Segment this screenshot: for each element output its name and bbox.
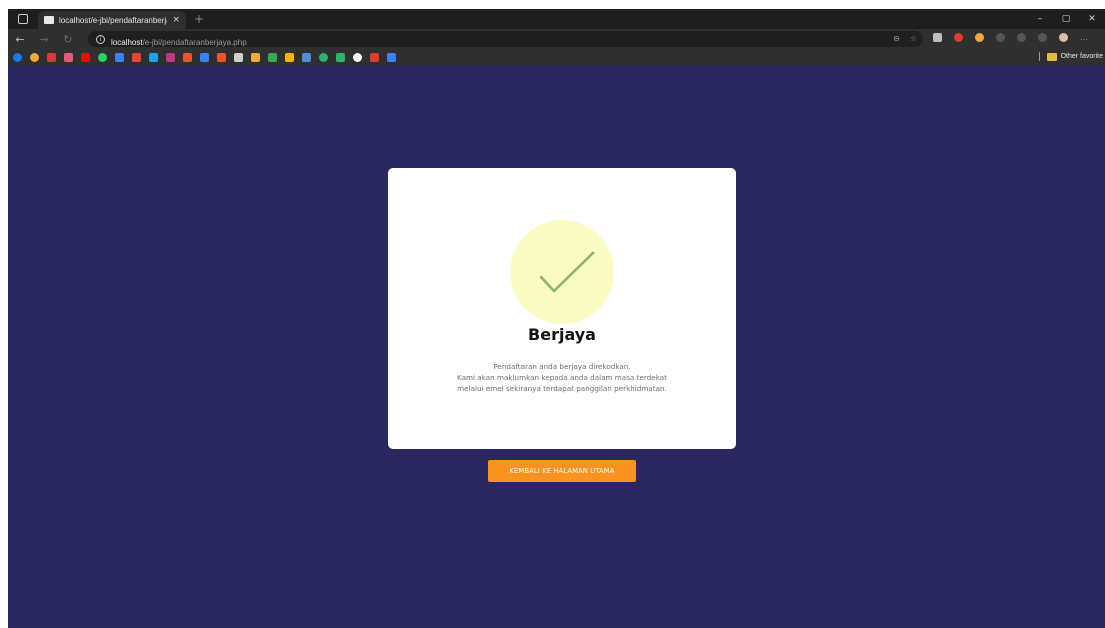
facebook-bookmark-icon[interactable] bbox=[13, 53, 22, 62]
mail-bookmark-icon[interactable] bbox=[234, 53, 243, 62]
refresh-icon[interactable]: ↻ bbox=[56, 33, 80, 46]
bookmarks-bar: Other favorite bbox=[8, 50, 1105, 65]
docs-bookmark-icon[interactable] bbox=[115, 53, 124, 62]
collections-icon[interactable] bbox=[1038, 33, 1047, 42]
other-favorites[interactable]: Other favorite bbox=[1038, 52, 1103, 61]
address-bar-actions: ⊖ ☆ bbox=[893, 34, 917, 43]
bookmark-icon[interactable] bbox=[285, 53, 294, 62]
profile-avatar-icon[interactable] bbox=[1059, 33, 1068, 42]
bookmark-icon[interactable] bbox=[251, 53, 260, 62]
forward-arrow-icon[interactable]: → bbox=[32, 33, 56, 46]
extension-icon[interactable] bbox=[954, 33, 963, 42]
drive-bookmark-icon[interactable] bbox=[268, 53, 277, 62]
success-card: Berjaya Pendaftaran anda berjaya direkod… bbox=[388, 168, 736, 449]
extension-icon[interactable] bbox=[975, 33, 984, 42]
success-message: Pendaftaran anda berjaya direkodkan. Kam… bbox=[388, 361, 736, 394]
navigation-bar: ← → ↻ i localhost/e-jbi/pendaftaranberja… bbox=[8, 29, 1105, 50]
tab-actions-icon[interactable] bbox=[18, 14, 28, 24]
page-content: Berjaya Pendaftaran anda berjaya direkod… bbox=[8, 65, 1105, 628]
extension-icon[interactable] bbox=[996, 33, 1005, 42]
restore-icon[interactable]: ▢ bbox=[1053, 9, 1079, 29]
other-favorites-label: Other favorite bbox=[1060, 53, 1103, 60]
folder-icon bbox=[1046, 52, 1057, 61]
zoom-icon[interactable]: ⊖ bbox=[893, 34, 900, 43]
bookmarks-divider bbox=[1038, 52, 1040, 61]
shield-bookmark-icon[interactable] bbox=[336, 53, 345, 62]
address-bar[interactable]: i localhost/e-jbi/pendaftaranberjaya.php… bbox=[88, 31, 923, 47]
bookmark-icon[interactable] bbox=[30, 53, 39, 62]
checkmark-icon bbox=[539, 251, 595, 293]
success-check-circle bbox=[510, 220, 614, 324]
success-message-line: Pendaftaran anda berjaya direkodkan. bbox=[493, 362, 631, 371]
success-message-line: melalui emel sekiranya terdapat panggila… bbox=[457, 384, 667, 393]
new-tab-icon[interactable]: + bbox=[194, 12, 204, 26]
success-title: Berjaya bbox=[528, 325, 596, 344]
tab-active[interactable]: localhost/e-jbi/pendaftaranberja × bbox=[38, 11, 186, 29]
favorites-icon[interactable] bbox=[1017, 33, 1026, 42]
add-favorite-icon[interactable]: ☆ bbox=[910, 34, 917, 43]
close-window-icon[interactable]: ✕ bbox=[1079, 9, 1105, 29]
close-tab-icon[interactable]: × bbox=[172, 15, 180, 25]
tab-bar: localhost/e-jbi/pendaftaranberja × + – ▢… bbox=[8, 9, 1105, 29]
youtube-bookmark-icon[interactable] bbox=[81, 53, 90, 62]
success-message-line: Kami akan maklumkan kepada anda dalam ma… bbox=[457, 373, 667, 382]
shopping-bookmark-icon[interactable] bbox=[217, 53, 226, 62]
bookmark-icon[interactable] bbox=[302, 53, 311, 62]
window-controls: – ▢ ✕ bbox=[1027, 9, 1105, 29]
tab-title: localhost/e-jbi/pendaftaranberja bbox=[59, 15, 168, 25]
site-info-icon[interactable]: i bbox=[96, 34, 105, 44]
page-favicon-icon bbox=[44, 16, 54, 24]
more-menu-icon[interactable]: … bbox=[1080, 33, 1089, 42]
back-to-home-button[interactable]: KEMBALI KE HALAMAN UTAMA bbox=[488, 460, 636, 482]
url-path: /e-jbi/pendaftaranberjaya.php bbox=[142, 37, 247, 47]
twitter-bookmark-icon[interactable] bbox=[149, 53, 158, 62]
extension-icon[interactable] bbox=[933, 33, 942, 42]
google-bookmark-icon[interactable] bbox=[353, 53, 362, 62]
bookmark-icon[interactable] bbox=[64, 53, 73, 62]
gmail-bookmark-icon[interactable] bbox=[132, 53, 141, 62]
minimize-icon[interactable]: – bbox=[1027, 9, 1053, 29]
bookmark-icon[interactable] bbox=[319, 53, 328, 62]
bookmark-icon[interactable] bbox=[47, 53, 56, 62]
whatsapp-bookmark-icon[interactable] bbox=[98, 53, 107, 62]
bookmark-icon[interactable] bbox=[370, 53, 379, 62]
instagram-bookmark-icon[interactable] bbox=[166, 53, 175, 62]
extensions-toolbar: … bbox=[933, 33, 1089, 42]
address-url: localhost/e-jbi/pendaftaranberjaya.php bbox=[111, 30, 247, 49]
bookmark-icon[interactable] bbox=[387, 53, 396, 62]
bookmark-icon[interactable] bbox=[200, 53, 209, 62]
browser-window: localhost/e-jbi/pendaftaranberja × + – ▢… bbox=[8, 9, 1105, 628]
shopping-bookmark-icon[interactable] bbox=[183, 53, 192, 62]
back-arrow-icon[interactable]: ← bbox=[8, 33, 32, 46]
url-host: localhost bbox=[111, 37, 143, 47]
